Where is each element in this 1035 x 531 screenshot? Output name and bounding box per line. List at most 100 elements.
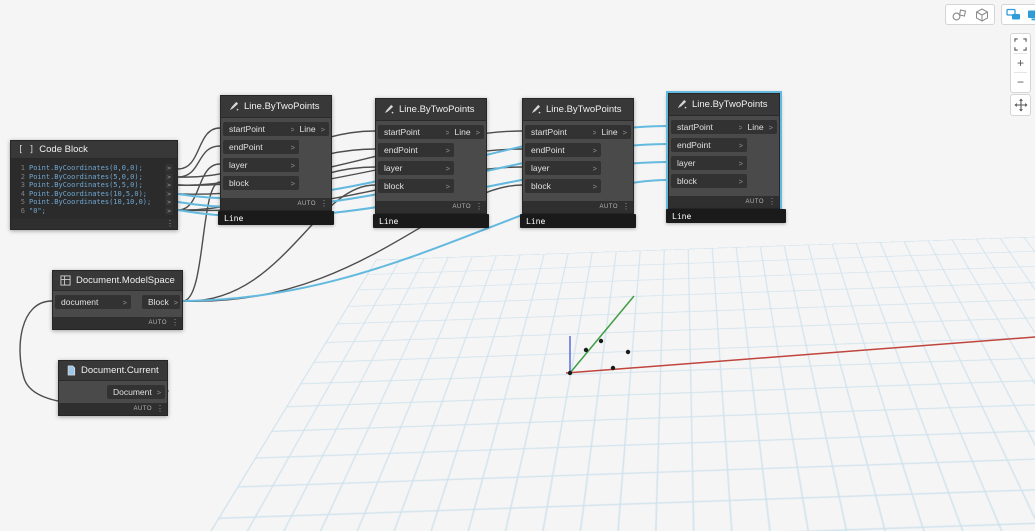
input-port-startpoint[interactable]: startPoint > [378, 125, 454, 139]
output-port-arrow-icon[interactable]: > [165, 190, 173, 198]
port-arrow-icon: > [593, 182, 597, 191]
node-header[interactable]: Line.ByTwoPoints [221, 96, 331, 118]
preview-bubble[interactable]: Line [666, 209, 786, 223]
output-port-arrow-icon[interactable]: > [165, 207, 173, 215]
port-arrow-icon: > [739, 141, 743, 150]
node-menu-icon[interactable]: ⋮ [622, 203, 630, 211]
lacing-label[interactable]: AUTO [745, 199, 764, 205]
preview-bubble[interactable]: Line [520, 214, 636, 228]
port-arrow-icon: > [476, 128, 480, 137]
output-port-line[interactable]: Line > [449, 125, 484, 139]
zoom-out-button[interactable]: − [1011, 73, 1030, 91]
output-port-line[interactable]: Line > [294, 122, 329, 136]
lacing-label[interactable]: AUTO [452, 204, 471, 210]
graph-view-icon[interactable] [1027, 9, 1035, 21]
preview-value: Line [224, 214, 243, 223]
node-body: Block > document > [53, 291, 182, 317]
code-text: "0"; [29, 207, 46, 215]
zoom-in-button[interactable]: + [1011, 54, 1030, 72]
port-label: endPoint [531, 145, 565, 155]
lacing-label[interactable]: AUTO [148, 320, 167, 326]
node-menu-icon[interactable]: ⋮ [156, 405, 164, 413]
node-line-bytwopoints-1[interactable]: Line.ByTwoPoints Line > startPoint > endPo… [220, 95, 332, 211]
input-port-block[interactable]: block > [525, 179, 601, 193]
input-port-startpoint[interactable]: startPoint > [671, 120, 747, 134]
port-arrow-icon: > [291, 161, 295, 170]
input-port-endpoint[interactable]: endPoint > [525, 143, 601, 157]
port-arrow-icon: > [769, 123, 773, 132]
port-arrow-icon: > [623, 128, 627, 137]
input-port-endpoint[interactable]: endPoint > [378, 143, 454, 157]
node-header[interactable]: Line.ByTwoPoints [523, 99, 633, 121]
input-port-block[interactable]: block > [671, 174, 747, 188]
code-line: 2 Point.ByCoordinates(5,0,0); > [15, 173, 173, 182]
fit-view-button[interactable] [1011, 35, 1030, 53]
input-port-startpoint[interactable]: startPoint > [223, 122, 299, 136]
node-line-bytwopoints-4-selected[interactable]: Line.ByTwoPoints Line > startPoint > endPo… [668, 93, 780, 209]
split-view-icon[interactable] [1006, 8, 1021, 21]
lacing-label[interactable]: AUTO [297, 201, 316, 207]
dynamo-workspace-canvas[interactable]: [ ] Code Block 1 Point.ByCoordinates(0,0,… [0, 0, 1035, 531]
output-port-line[interactable]: Line > [596, 125, 631, 139]
input-port-layer[interactable]: layer > [525, 161, 601, 175]
node-footer: ⋮ [11, 219, 177, 229]
code-line: 1 Point.ByCoordinates(0,0,0); > [15, 164, 173, 173]
node-wires[interactable] [0, 0, 1035, 531]
node-title: Line.ByTwoPoints [399, 104, 475, 115]
geometry-preview-icon[interactable] [951, 8, 967, 22]
port-label: endPoint [229, 142, 263, 152]
code-text: Point.ByCoordinates(10,10,0); [29, 198, 151, 206]
input-port-layer[interactable]: layer > [223, 158, 299, 172]
output-port-arrow-icon[interactable]: > [165, 181, 173, 189]
output-port-document[interactable]: Document > [107, 385, 165, 399]
port-label: Line [455, 127, 471, 137]
output-port-line[interactable]: Line > [742, 120, 777, 134]
preview-bubble[interactable]: Line [373, 214, 489, 228]
node-body: Document > [59, 381, 167, 403]
node-header[interactable]: Line.ByTwoPoints [669, 94, 779, 116]
input-port-startpoint[interactable]: startPoint > [525, 125, 601, 139]
input-port-endpoint[interactable]: endPoint > [671, 138, 747, 152]
orbit-cube-icon[interactable] [975, 8, 989, 22]
input-port-layer[interactable]: layer > [378, 161, 454, 175]
code-editor[interactable]: 1 Point.ByCoordinates(0,0,0); > 2 Point.ByC… [11, 159, 177, 219]
port-arrow-icon: > [593, 164, 597, 173]
port-label: document [61, 297, 98, 307]
node-menu-icon[interactable]: ⋮ [768, 198, 776, 206]
view-options-toolbar [945, 4, 995, 25]
output-port-arrow-icon[interactable]: > [165, 173, 173, 181]
code-line: 3 Point.ByCoordinates(5,5,0); > [15, 181, 173, 190]
node-line-bytwopoints-3[interactable]: Line.ByTwoPoints Line > startPoint > endPo… [522, 98, 634, 214]
node-document-modelspace[interactable]: Document.ModelSpace Block > document > AUT… [52, 270, 183, 330]
code-text: Point.ByCoordinates(5,0,0); [29, 173, 143, 181]
node-body: Line > startPoint > endPoint > layer > block… [376, 121, 486, 201]
lacing-label[interactable]: AUTO [133, 406, 152, 412]
node-menu-icon[interactable]: ⋮ [320, 200, 328, 208]
node-menu-icon[interactable]: ⋮ [171, 319, 179, 327]
input-port-block[interactable]: block > [378, 179, 454, 193]
node-header[interactable]: Line.ByTwoPoints [376, 99, 486, 121]
output-port-arrow-icon[interactable]: > [165, 164, 173, 172]
port-label: startPoint [384, 127, 420, 137]
node-document-current[interactable]: Document.Current Document > AUTO ⋮ [58, 360, 168, 416]
node-header[interactable]: Document.ModelSpace [53, 271, 182, 291]
node-title: Document.Current [81, 365, 159, 376]
input-port-block[interactable]: block > [223, 176, 299, 190]
pan-button[interactable] [1014, 98, 1028, 112]
input-port-document[interactable]: document > [55, 295, 131, 309]
code-block-header[interactable]: [ ] Code Block [11, 141, 177, 159]
output-port-block[interactable]: Block > [142, 295, 180, 309]
input-port-layer[interactable]: layer > [671, 156, 747, 170]
port-label: block [531, 181, 551, 191]
preview-bubble[interactable]: Line [218, 211, 334, 225]
node-menu-icon[interactable]: ⋮ [475, 203, 483, 211]
node-line-bytwopoints-2[interactable]: Line.ByTwoPoints Line > startPoint > endPo… [375, 98, 487, 214]
output-port-arrow-icon[interactable]: > [165, 198, 173, 206]
port-label: endPoint [384, 145, 418, 155]
code-text: Point.ByCoordinates(0,0,0); [29, 164, 143, 172]
input-port-endpoint[interactable]: endPoint > [223, 140, 299, 154]
node-menu-icon[interactable]: ⋮ [166, 220, 174, 228]
node-code-block[interactable]: [ ] Code Block 1 Point.ByCoordinates(0,0,… [10, 140, 178, 230]
lacing-label[interactable]: AUTO [599, 204, 618, 210]
node-header[interactable]: Document.Current [59, 361, 167, 381]
